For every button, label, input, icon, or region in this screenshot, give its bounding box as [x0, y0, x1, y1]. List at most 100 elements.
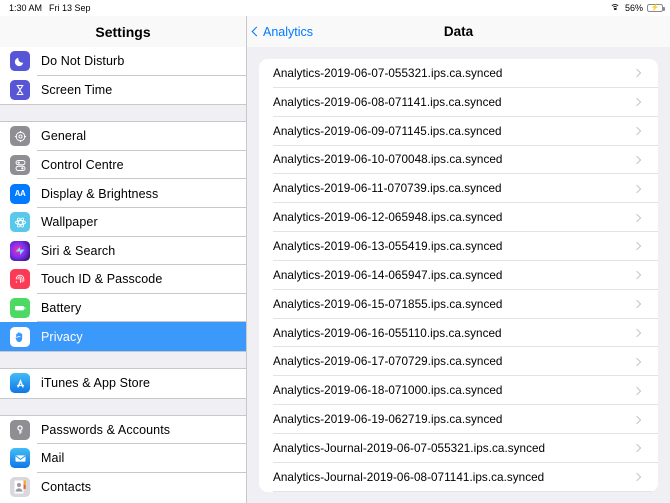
- file-list-scroll-area[interactable]: Analytics-2019-06-07-055321.ips.ca.synce…: [247, 47, 670, 503]
- chevron-right-icon: [632, 415, 642, 424]
- chevron-right-icon: [632, 69, 642, 78]
- mail-icon: [10, 448, 30, 469]
- sidebar-item-siri-search[interactable]: Siri & Search: [0, 236, 246, 266]
- sidebar-group-separator: [0, 350, 246, 369]
- list-item[interactable]: Analytics-Journal-2019-06-08-071141.ips.…: [259, 462, 658, 492]
- file-name: Analytics-2019-06-07-055321.ips.ca.synce…: [273, 66, 503, 80]
- sidebar-item-label: Touch ID & Passcode: [41, 272, 163, 287]
- settings-sidebar: Settings Do Not Disturb Screen Time Gene…: [0, 16, 247, 503]
- sidebar-item-itunes-app-store[interactable]: iTunes & App Store: [0, 368, 246, 398]
- file-name: Analytics-2019-06-17-070729.ips.ca.synce…: [273, 355, 503, 369]
- detail-pane: Analytics Data Analytics-2019-06-07-0553…: [247, 16, 670, 503]
- list-item[interactable]: Analytics-2019-06-17-070729.ips.ca.synce…: [259, 347, 658, 377]
- list-item[interactable]: Analytics-2019-06-11-070739.ips.ca.synce…: [259, 174, 658, 204]
- contacts-icon: [10, 477, 30, 498]
- hourglass-icon: [10, 79, 30, 100]
- chevron-right-icon: [632, 299, 642, 309]
- sidebar-item-label: Battery: [41, 301, 82, 316]
- sidebar-item-label: Screen Time: [41, 82, 113, 97]
- file-name: Analytics-2019-06-13-055419.ips.ca.synce…: [273, 239, 503, 253]
- text-size-icon: AA: [10, 183, 30, 204]
- sidebar-item-mail[interactable]: Mail: [0, 444, 246, 473]
- chevron-right-icon: [632, 155, 642, 165]
- sidebar-item-do-not-disturb[interactable]: Do Not Disturb: [0, 47, 246, 76]
- status-bar-left: 1:30 AM Fri 13 Sep: [0, 3, 91, 13]
- status-date: Fri 13 Sep: [49, 3, 91, 13]
- file-name: Analytics-2019-06-12-065948.ips.ca.synce…: [273, 211, 503, 225]
- chevron-right-icon: [632, 472, 642, 482]
- chevron-right-icon: [632, 444, 642, 453]
- sidebar-item-privacy[interactable]: Privacy: [0, 322, 246, 351]
- gear-icon: [10, 126, 30, 147]
- list-item[interactable]: Analytics-2019-06-09-071145.ips.ca.synce…: [259, 116, 658, 146]
- list-item[interactable]: Analytics-2019-06-19-062719.ips.ca.synce…: [259, 405, 658, 434]
- sidebar-item-label: Passwords & Accounts: [41, 422, 171, 437]
- sliders-icon: [10, 155, 30, 176]
- list-item[interactable]: Analytics-2019-06-08-071141.ips.ca.synce…: [259, 87, 658, 117]
- list-item[interactable]: Analytics-2019-06-16-055110.ips.ca.synce…: [259, 318, 658, 348]
- app-store-icon: [10, 373, 30, 394]
- chevron-right-icon: [632, 98, 642, 107]
- sidebar-item-contacts[interactable]: Contacts: [0, 472, 246, 502]
- file-list-card: Analytics-2019-06-07-055321.ips.ca.synce…: [259, 59, 658, 492]
- list-item[interactable]: Analytics-2019-06-14-065947.ips.ca.synce…: [259, 260, 658, 290]
- list-item[interactable]: Analytics-2019-06-12-065948.ips.ca.synce…: [259, 203, 658, 233]
- sidebar-item-battery[interactable]: Battery: [0, 293, 246, 323]
- moon-icon: [10, 51, 30, 72]
- flower-icon: [10, 212, 30, 233]
- sidebar-item-passwords-accounts[interactable]: Passwords & Accounts: [0, 415, 246, 445]
- sidebar-item-display-brightness[interactable]: AA Display & Brightness: [0, 179, 246, 208]
- chevron-right-icon: [632, 213, 642, 222]
- sidebar-item-touch-id-passcode[interactable]: Touch ID & Passcode: [0, 265, 246, 294]
- list-item[interactable]: Analytics-Journal-2019-06-07-055321.ips.…: [259, 433, 658, 463]
- sidebar-group-separator: [0, 104, 246, 123]
- file-name: Analytics-2019-06-14-065947.ips.ca.synce…: [273, 268, 503, 282]
- sidebar-item-screen-time[interactable]: Screen Time: [0, 75, 246, 105]
- sidebar-item-control-centre[interactable]: Control Centre: [0, 150, 246, 180]
- sidebar-list: Do Not Disturb Screen Time General Contr…: [0, 47, 246, 503]
- file-name: Analytics-Journal-2019-06-08-071141.ips.…: [273, 470, 545, 484]
- file-name: Analytics-2019-06-15-071855.ips.ca.synce…: [273, 297, 503, 311]
- list-item[interactable]: Analytics-2019-06-13-055419.ips.ca.synce…: [259, 232, 658, 261]
- battery-charging-icon: ⚡: [647, 4, 665, 12]
- list-item[interactable]: Analytics-2019-06-07-055321.ips.ca.synce…: [259, 59, 658, 88]
- sidebar-item-label: Mail: [41, 451, 65, 466]
- back-button-label: Analytics: [263, 24, 314, 39]
- sidebar-item-label: Privacy: [41, 329, 83, 344]
- sidebar-item-general[interactable]: General: [0, 122, 246, 151]
- file-name: Analytics-2019-06-09-071145.ips.ca.synce…: [273, 124, 502, 138]
- chevron-left-icon: [251, 26, 262, 37]
- file-name: Analytics-2019-06-10-070048.ips.ca.synce…: [273, 153, 503, 167]
- battery-percent-label: 56%: [624, 3, 643, 13]
- split-view: Settings Do Not Disturb Screen Time Gene…: [0, 16, 670, 503]
- sidebar-item-label: Wallpaper: [41, 215, 98, 230]
- sidebar-item-label: General: [41, 129, 87, 144]
- key-icon: [10, 419, 30, 440]
- sidebar-item-label: Display & Brightness: [41, 186, 159, 201]
- siri-icon: [10, 240, 30, 261]
- file-name: Analytics-Journal-2019-06-07-055321.ips.…: [273, 441, 546, 455]
- file-name: Analytics-2019-06-19-062719.ips.ca.synce…: [273, 413, 503, 427]
- sidebar-item-label: iTunes & App Store: [41, 376, 151, 391]
- status-time: 1:30 AM: [9, 3, 43, 13]
- chevron-right-icon: [632, 271, 642, 280]
- list-item[interactable]: Analytics-2019-06-10-070048.ips.ca.synce…: [259, 145, 658, 175]
- list-item[interactable]: Analytics-2019-06-18-071000.ips.ca.synce…: [259, 376, 658, 406]
- file-name: Analytics-2019-06-16-055110.ips.ca.synce…: [273, 326, 502, 340]
- chevron-right-icon: [632, 242, 642, 251]
- file-name: Analytics-2019-06-11-070739.ips.ca.synce…: [273, 182, 502, 196]
- sidebar-item-label: Siri & Search: [41, 243, 116, 258]
- chevron-right-icon: [632, 386, 642, 395]
- list-item[interactable]: Analytics-2019-06-15-071855.ips.ca.synce…: [259, 289, 658, 319]
- sidebar-item-wallpaper[interactable]: Wallpaper: [0, 207, 246, 237]
- wifi-icon: [610, 3, 621, 13]
- sidebar-item-label: Control Centre: [41, 158, 124, 173]
- back-button[interactable]: Analytics: [247, 25, 313, 39]
- fingerprint-icon: [10, 269, 30, 290]
- sidebar-item-label: Do Not Disturb: [41, 54, 125, 69]
- file-name: Analytics-2019-06-18-071000.ips.ca.synce…: [273, 384, 503, 398]
- status-bar-right: 56% ⚡: [610, 3, 670, 13]
- sidebar-title: Settings: [0, 16, 246, 47]
- hand-icon: [10, 326, 30, 347]
- chevron-right-icon: [632, 126, 642, 136]
